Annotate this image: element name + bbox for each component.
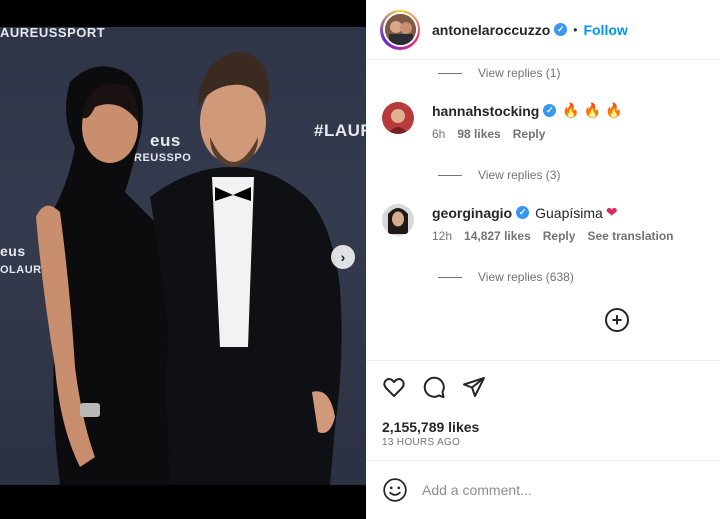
author-avatar[interactable] xyxy=(380,9,420,50)
post-panel: antonelaroccuzzo ✓ • Follow View replies… xyxy=(366,0,720,519)
comment-likes[interactable]: 98 likes xyxy=(457,127,500,141)
heart-emoji-icon: ❤ xyxy=(605,204,618,220)
comment-text: 🔥 🔥 🔥 xyxy=(562,102,623,118)
reply-button[interactable]: Reply xyxy=(543,229,576,243)
reply-divider xyxy=(438,72,462,74)
view-replies-label: View replies (1) xyxy=(478,66,561,80)
avatar-photo xyxy=(384,14,416,45)
share-paper-plane-icon[interactable] xyxy=(462,375,486,399)
comment-time[interactable]: 6h xyxy=(432,127,445,141)
comment-bubble-icon[interactable] xyxy=(422,375,446,399)
post-timestamp: 13 HOURS AGO xyxy=(382,437,461,448)
commenter-username[interactable]: georginagio xyxy=(432,205,512,221)
reply-divider xyxy=(438,174,462,176)
comment-item: hannahstocking ✓ 🔥 🔥 🔥 6h 98 likes Reply xyxy=(382,102,622,141)
post-actions: 2,155,789 likes 13 HOURS AGO xyxy=(366,360,720,460)
verified-badge-icon: ✓ xyxy=(554,23,568,36)
commenter-avatar[interactable] xyxy=(382,102,414,134)
comment-composer xyxy=(366,460,720,519)
post-media: AUREUSSPORT #LAUR eus REUSSPO eus OLAUR xyxy=(0,0,366,519)
follow-button[interactable]: Follow xyxy=(583,22,627,38)
plus-icon: + xyxy=(611,310,623,330)
load-more-comments-button[interactable]: + xyxy=(605,308,629,332)
verified-badge-icon: ✓ xyxy=(543,104,557,117)
view-replies-button[interactable]: View replies (3) xyxy=(438,168,560,182)
post-photo: AUREUSSPORT #LAUR eus REUSSPO eus OLAUR xyxy=(0,27,366,485)
comment-time[interactable]: 12h xyxy=(432,229,452,243)
see-translation-button[interactable]: See translation xyxy=(587,229,673,243)
chevron-right-icon: › xyxy=(340,249,346,265)
author-username[interactable]: antonelaroccuzzo xyxy=(432,22,550,38)
verified-badge-icon: ✓ xyxy=(516,206,530,219)
post-header: antonelaroccuzzo ✓ • Follow xyxy=(366,0,720,60)
post-like-count[interactable]: 2,155,789 likes xyxy=(382,419,479,435)
commenter-username[interactable]: hannahstocking xyxy=(432,103,539,119)
comment-text: Guapísima xyxy=(535,204,603,221)
next-media-button[interactable]: › xyxy=(331,245,355,269)
commenter-avatar[interactable] xyxy=(382,204,414,236)
reply-button[interactable]: Reply xyxy=(513,127,546,141)
photo-people-illustration xyxy=(36,52,342,485)
comment-input[interactable] xyxy=(422,482,682,498)
like-heart-icon[interactable] xyxy=(382,375,406,399)
view-replies-label: View replies (638) xyxy=(478,270,574,284)
reply-divider xyxy=(438,276,462,278)
comment-item: georginagio ✓ Guapísima ❤ 12h 14,827 lik… xyxy=(382,204,673,243)
header-separator: • xyxy=(573,22,578,37)
view-replies-label: View replies (3) xyxy=(478,168,561,182)
comment-likes[interactable]: 14,827 likes xyxy=(464,229,531,243)
emoji-picker-icon[interactable] xyxy=(382,477,408,503)
view-replies-button[interactable]: View replies (638) xyxy=(438,270,574,284)
view-replies-button[interactable]: View replies (1) xyxy=(438,66,560,80)
